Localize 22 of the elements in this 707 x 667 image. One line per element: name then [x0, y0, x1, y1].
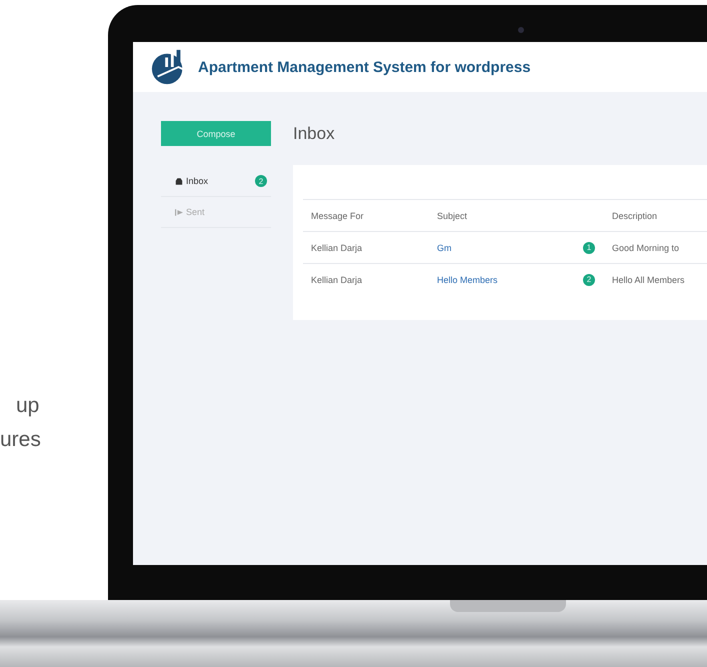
subject-link[interactable]: Gm — [437, 242, 452, 252]
count-badge: 1 — [583, 242, 595, 254]
count-badge: 2 — [583, 274, 595, 286]
table-cell-text: Kellian Darja — [310, 274, 364, 284]
table-cell-text: Kellian Darja — [310, 242, 364, 252]
count-badge: 2 — [255, 175, 267, 187]
folder-label: Sent — [186, 207, 206, 217]
caption-text: ures — [0, 428, 42, 452]
folder-label: Inbox — [186, 176, 210, 186]
column-header: Subject — [437, 210, 468, 220]
column-header: Message For — [310, 210, 365, 220]
camera-icon — [518, 27, 524, 33]
column-header: Description — [612, 210, 658, 220]
inbox-icon — [175, 178, 183, 184]
app-title: Apartment Management System for wordpress — [198, 58, 531, 76]
page-title: Inbox — [293, 123, 336, 145]
subject-link[interactable]: Hello Members — [437, 274, 498, 284]
table-cell-text: Hello All Members — [612, 274, 686, 284]
table-cell-text: Good Morning to — [612, 242, 680, 252]
caption-text: up — [15, 394, 40, 418]
flag-icon — [175, 208, 183, 216]
folder-item[interactable]: Inbox 2 — [161, 166, 271, 197]
